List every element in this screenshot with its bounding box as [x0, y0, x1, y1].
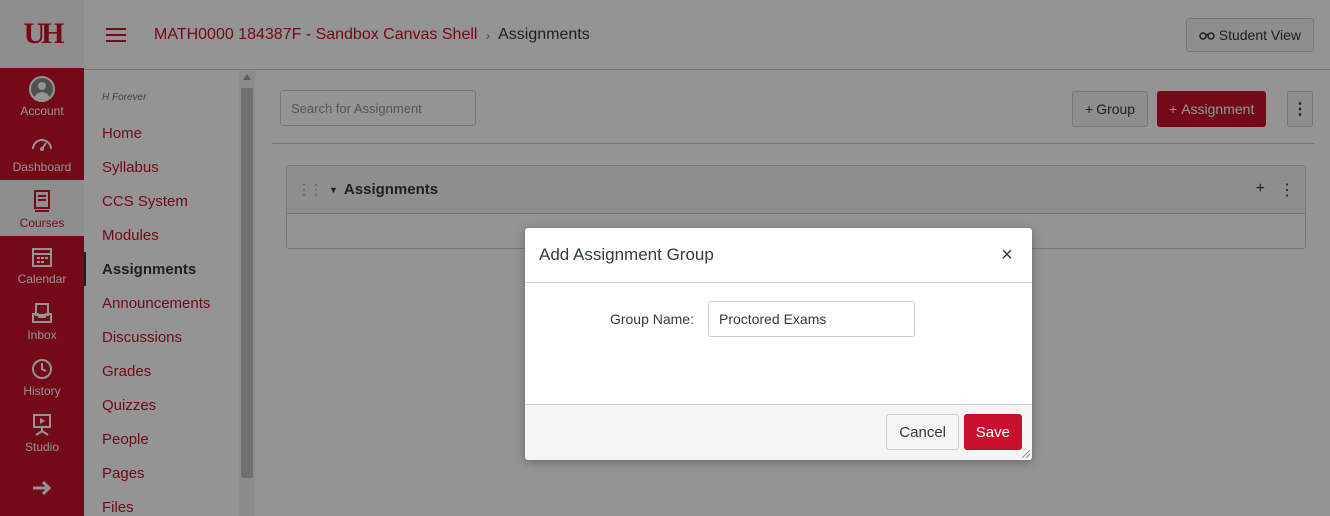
group-name-input[interactable]	[708, 301, 915, 337]
dialog-header: Add Assignment Group ×	[525, 228, 1032, 283]
resize-grip-icon[interactable]	[1020, 448, 1030, 458]
dialog-body: Group Name:	[525, 283, 1032, 404]
group-name-label: Group Name:	[609, 311, 694, 327]
save-button[interactable]: Save	[963, 414, 1022, 450]
close-icon[interactable]: ×	[996, 244, 1018, 267]
dialog-footer: Cancel Save	[525, 404, 1032, 460]
add-assignment-group-dialog: Add Assignment Group × Group Name: Cance…	[525, 228, 1032, 460]
dialog-title: Add Assignment Group	[539, 245, 714, 264]
cancel-button[interactable]: Cancel	[886, 414, 959, 450]
